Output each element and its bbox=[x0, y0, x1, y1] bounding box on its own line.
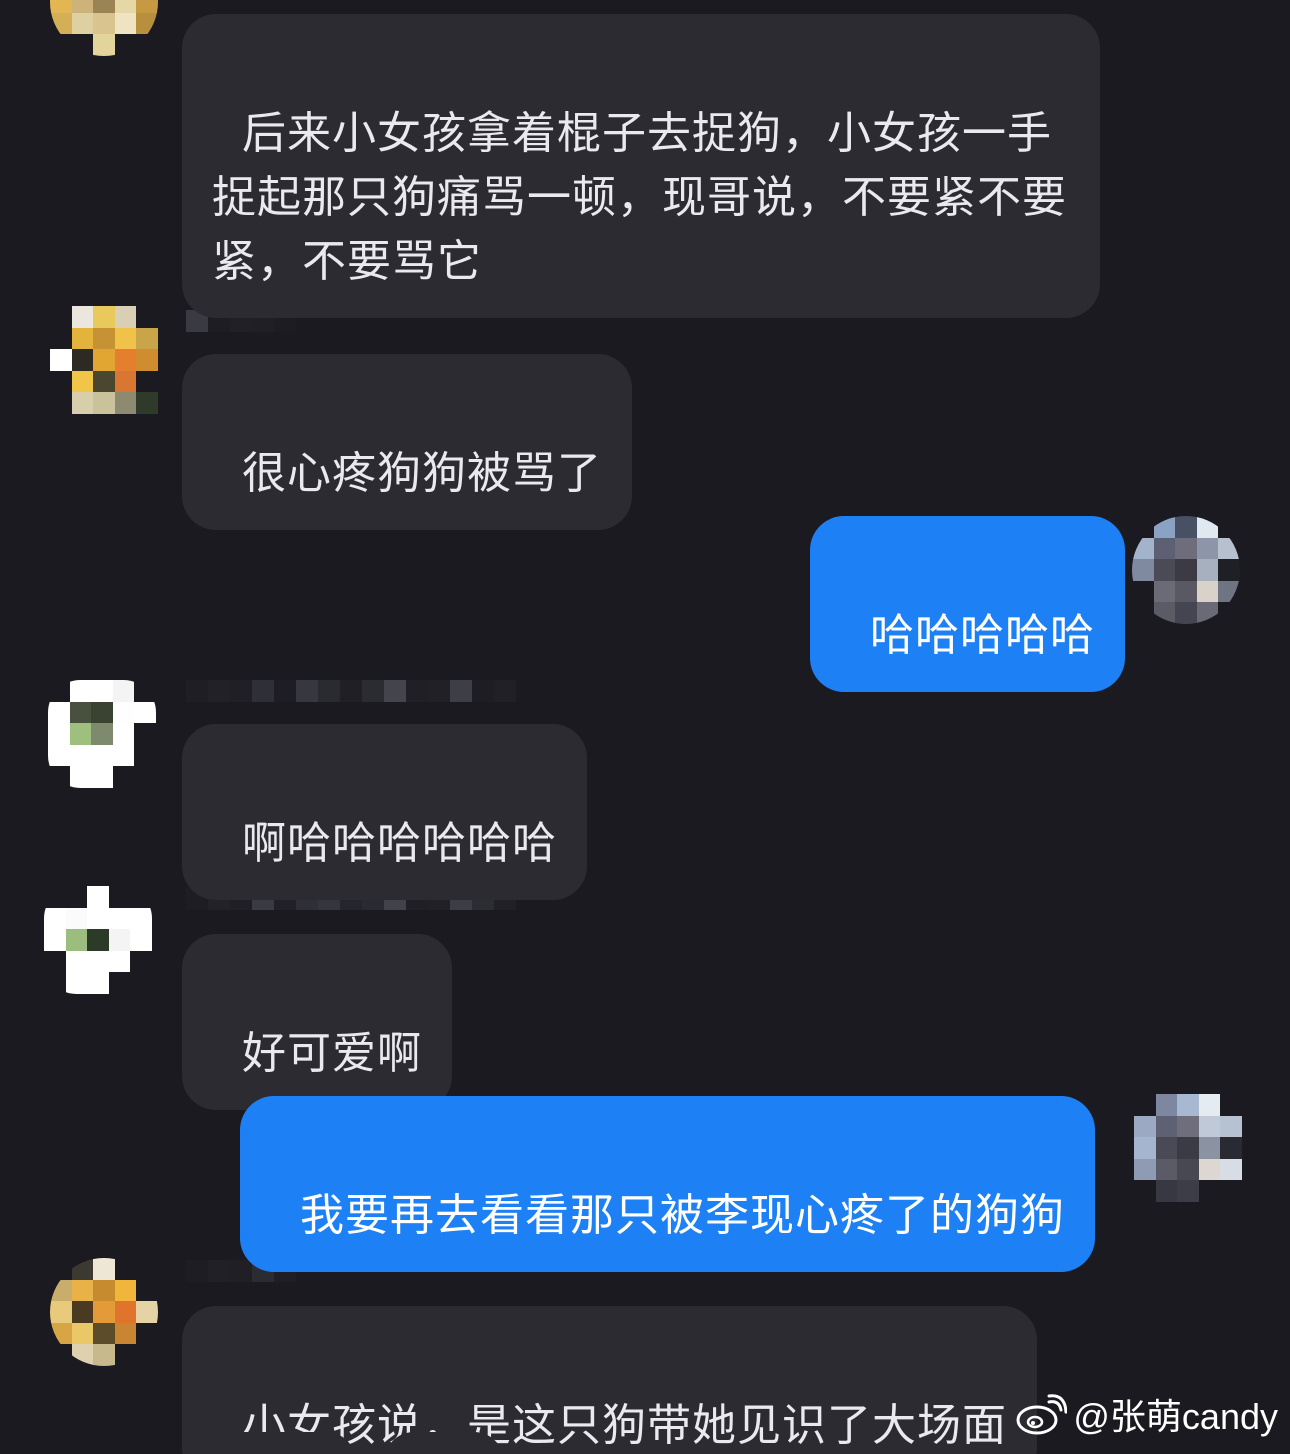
message-bubble-incoming[interactable]: 好可爱啊 bbox=[182, 934, 452, 1110]
message-text: 好可爱啊 bbox=[241, 1028, 422, 1079]
message-text: 哈哈哈哈哈 bbox=[869, 610, 1095, 661]
avatar-sender-2[interactable] bbox=[50, 306, 158, 414]
sender-nickname-blurred bbox=[186, 680, 516, 702]
message-bubble-incoming-partial[interactable] bbox=[186, 1432, 356, 1454]
weibo-watermark: @张萌candy bbox=[1015, 1388, 1278, 1440]
message-bubble-outgoing[interactable]: 哈哈哈哈哈 bbox=[810, 516, 1125, 692]
avatar-sender-1[interactable] bbox=[50, 0, 158, 56]
message-bubble-incoming[interactable]: 后来小女孩拿着棍子去捉狗，小女孩一手捉起那只狗痛骂一顿，现哥说，不要紧不要紧，不… bbox=[182, 14, 1100, 318]
avatar-self-2[interactable] bbox=[1134, 1094, 1242, 1202]
message-text: 后来小女孩拿着棍子去捉狗，小女孩一手捉起那只狗痛骂一顿，现哥说，不要紧不要紧，不… bbox=[212, 108, 1067, 287]
watermark-text: @张萌candy bbox=[1073, 1396, 1278, 1437]
message-text: 啊哈哈哈哈哈哈 bbox=[241, 818, 557, 869]
message-text: 我要再去看看那只被李现心疼了的狗狗 bbox=[299, 1190, 1065, 1241]
message-text: 小女孩说，是这只狗带她见识了大场面 bbox=[241, 1400, 1007, 1451]
message-bubble-incoming[interactable]: 很心疼狗狗被骂了 bbox=[182, 354, 632, 530]
avatar-sender-5[interactable] bbox=[50, 1258, 158, 1366]
message-bubble-incoming[interactable]: 啊哈哈哈哈哈哈 bbox=[182, 724, 587, 900]
message-bubble-outgoing[interactable]: 我要再去看看那只被李现心疼了的狗狗 bbox=[240, 1096, 1095, 1272]
avatar-self-1[interactable] bbox=[1132, 516, 1240, 624]
message-text: 很心疼狗狗被骂了 bbox=[241, 448, 602, 499]
weibo-logo-icon bbox=[1016, 1394, 1068, 1435]
avatar-sender-3[interactable] bbox=[48, 680, 156, 788]
message-bubble-incoming-partial[interactable] bbox=[384, 1432, 504, 1454]
avatar-sender-4[interactable] bbox=[44, 886, 152, 994]
